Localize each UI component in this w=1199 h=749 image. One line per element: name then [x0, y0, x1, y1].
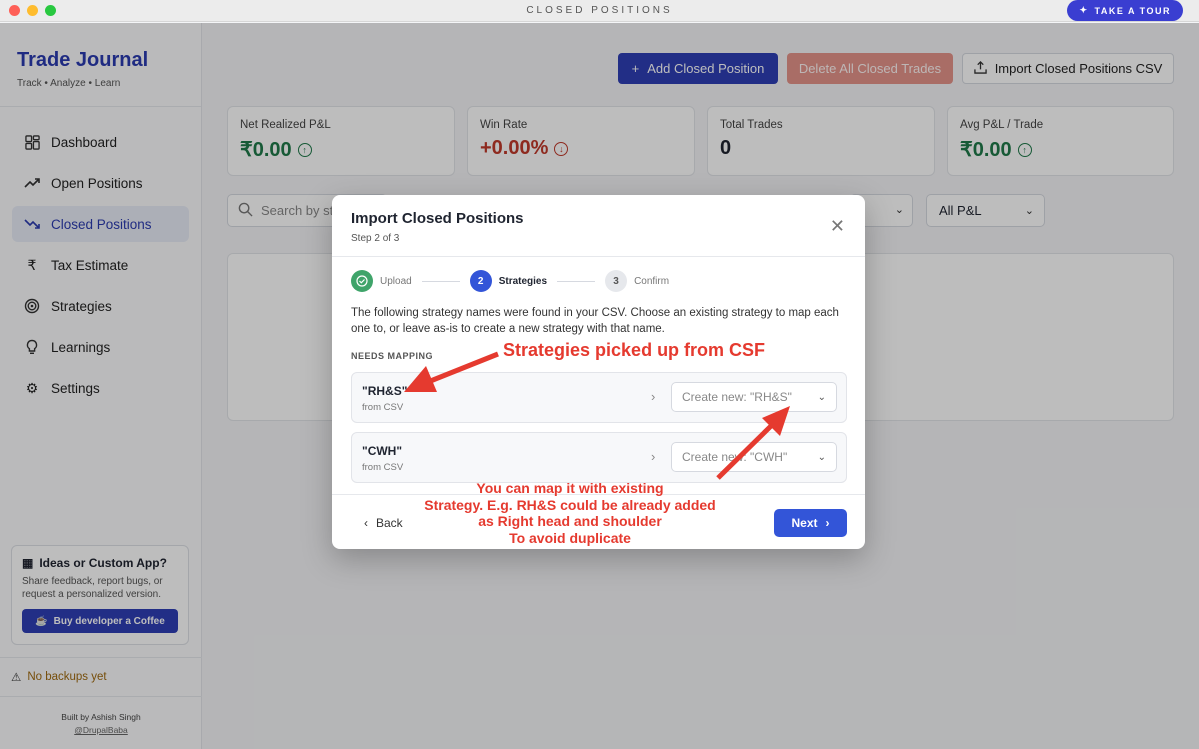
step-label-confirm: Confirm [634, 275, 670, 287]
modal-description: The following strategy names were found … [351, 307, 839, 335]
sparkle-icon: ✦ [1079, 5, 1089, 15]
take-tour-button[interactable]: ✦ TAKE A TOUR [1067, 0, 1183, 21]
step-number-3: 3 [605, 270, 628, 292]
step-label-strategies: Strategies [498, 275, 548, 287]
chevron-right-icon: › [825, 516, 830, 530]
annotation-strategies: Strategies picked up from CSF [503, 340, 766, 360]
step-label-upload: Upload [380, 275, 412, 287]
modal-header: Import Closed Positions Step 2 of 3 ✕ [332, 195, 865, 257]
back-button[interactable]: ‹ Back [364, 516, 403, 530]
strategy-name: "RH&S" [362, 384, 408, 398]
annotation-line: Strategy. E.g. RH&S could be already add… [424, 496, 716, 513]
take-tour-label: TAKE A TOUR [1094, 5, 1171, 16]
step-number-2: 2 [469, 270, 492, 292]
mapping-row: "CWH" from CSV › Create new: "CWH" ⌄ [351, 432, 847, 483]
strategy-source: from CSV [362, 402, 404, 413]
annotation-line: as Right head and shoulder [478, 513, 662, 529]
stepper: Upload 2 Strategies 3 Confirm [351, 270, 669, 292]
chevron-down-icon: ⌄ [817, 391, 826, 403]
annotation-mapping-note: You can map it with existing Strategy. E… [400, 480, 740, 546]
strategy-map-value: Create new: "CWH" [682, 450, 788, 464]
chevron-left-icon: ‹ [364, 516, 368, 530]
chevron-right-icon: › [651, 389, 656, 404]
annotation-line: You can map it with existing [476, 480, 664, 496]
needs-mapping-heading: NEEDS MAPPING [351, 351, 434, 361]
chevron-down-icon: ⌄ [817, 451, 826, 463]
strategy-source: from CSV [362, 462, 404, 473]
modal-title: Import Closed Positions [351, 210, 524, 227]
mapping-row: "RH&S" from CSV › Create new: "RH&S" ⌄ [351, 372, 847, 423]
check-icon [351, 270, 373, 292]
modal-step-text: Step 2 of 3 [351, 233, 400, 244]
strategy-name: "CWH" [362, 444, 403, 458]
step-connector [421, 280, 460, 282]
next-label: Next [791, 516, 818, 530]
strategy-map-value: Create new: "RH&S" [682, 390, 792, 404]
step-connector [557, 280, 596, 282]
window-title: CLOSED POSITIONS [526, 5, 673, 16]
strategy-map-select[interactable]: Create new: "RH&S" ⌄ [671, 382, 837, 412]
close-icon[interactable]: ✕ [830, 217, 845, 235]
annotation-line: To avoid duplicate [509, 529, 631, 546]
next-button[interactable]: Next › [774, 509, 847, 537]
strategy-map-select[interactable]: Create new: "CWH" ⌄ [671, 442, 837, 472]
window-titlebar: CLOSED POSITIONS ✦ TAKE A TOUR [0, 0, 1199, 22]
chevron-right-icon: › [651, 449, 656, 464]
back-label: Back [376, 516, 403, 530]
